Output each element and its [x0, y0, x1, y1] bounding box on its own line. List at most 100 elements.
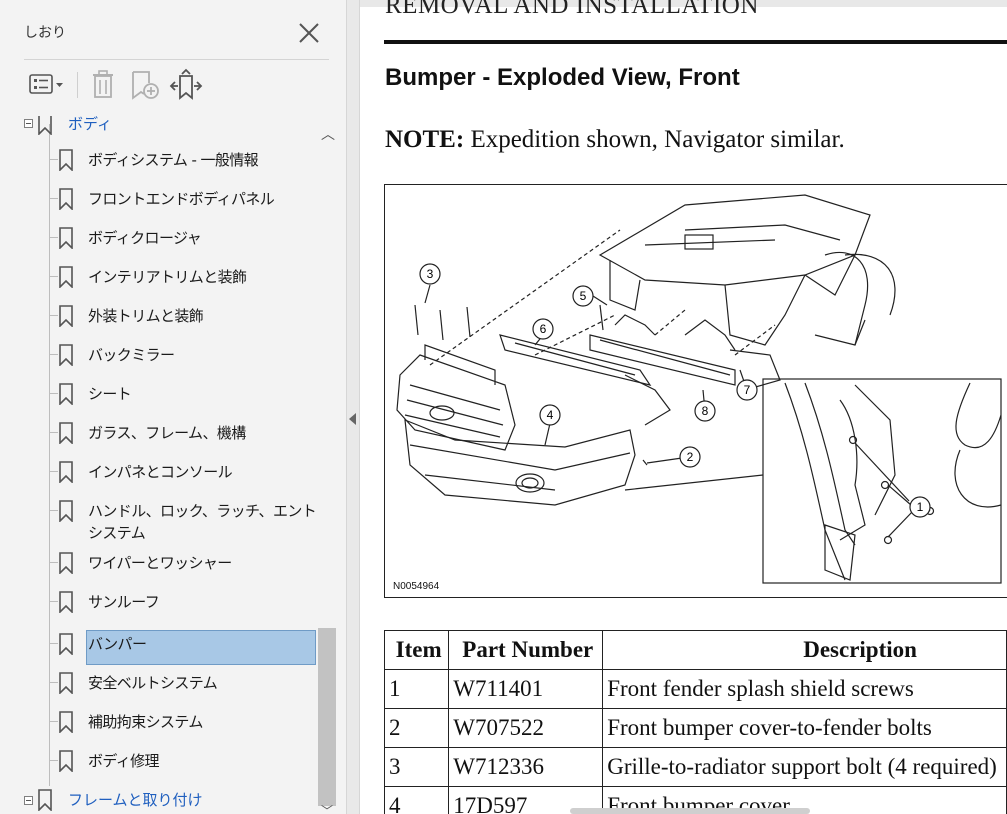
callout-4: 4 — [547, 408, 554, 422]
bookmark-icon — [59, 305, 73, 327]
part-number-cell: W711401 — [448, 669, 604, 709]
part-number-cell: W712336 — [448, 747, 604, 787]
bookmark-icon — [59, 422, 73, 444]
table-row: 3 W712336 Grille-to-radiator support bol… — [383, 747, 1007, 787]
table-header-row: Item Part Number Description — [383, 630, 1007, 670]
callout-labels: 3 5 6 4 2 7 8 1 — [427, 267, 924, 514]
bookmark-icon — [59, 188, 73, 210]
bookmark-label: フロントエンドボディパネル — [88, 190, 275, 208]
bookmark-icon — [59, 500, 73, 522]
item-cell: 4 — [383, 786, 450, 814]
bookmark-label: ボディ — [68, 116, 112, 133]
table-row: 2 W707522 Front bumper cover-to-fender b… — [383, 708, 1007, 748]
bookmark-item[interactable]: ボディ修理 — [0, 747, 316, 786]
bookmark-parent-body[interactable]: ボディ — [0, 116, 316, 136]
bookmark-icon — [59, 750, 73, 772]
bookmark-label: ボディ修理 — [88, 752, 160, 770]
options-menu-button[interactable] — [24, 66, 68, 102]
bookmark-label: ボディクロージャ — [88, 229, 202, 247]
collapse-toggle[interactable] — [24, 796, 33, 805]
bookmark-item[interactable]: ボディシステム - 一般情報 — [0, 146, 316, 185]
list-options-icon — [29, 74, 63, 94]
bookmark-label: 安全ベルトシステム — [88, 674, 218, 692]
bookmark-item[interactable]: 外装トリムと装飾 — [0, 302, 316, 341]
bookmark-icon — [59, 227, 73, 249]
description-cell: Front fender splash shield screws — [602, 669, 1007, 709]
scroll-down-icon[interactable]: ﹀ — [321, 802, 333, 814]
bookmark-icon — [59, 461, 73, 483]
note: NOTE: Expedition shown, Navigator simila… — [385, 126, 845, 154]
figure-id: N0054964 — [393, 581, 440, 592]
bookmark-item[interactable]: ワイパーとワッシャー — [0, 549, 316, 588]
bookmark-label: シート — [88, 385, 132, 403]
close-panel-button[interactable] — [296, 20, 322, 46]
scroll-up-icon[interactable]: ︿ — [321, 124, 335, 144]
parts-table: Item Part Number Description 1 W711401 F… — [383, 630, 1007, 814]
panel-splitter[interactable] — [346, 0, 360, 814]
note-text: Expedition shown, Navigator similar. — [464, 126, 845, 153]
bookmark-item[interactable]: サンルーフ — [0, 588, 316, 627]
bookmark-label: インテリアトリムと装飾 — [88, 268, 247, 286]
callout-5: 5 — [580, 289, 587, 303]
header-description: Description — [602, 630, 1007, 670]
collapse-panel-arrow-icon[interactable] — [349, 413, 356, 425]
bookmark-icon — [59, 591, 73, 613]
bookmark-icon — [59, 344, 73, 366]
expand-bookmark-icon — [169, 68, 203, 100]
bookmark-icon — [59, 266, 73, 288]
bookmark-label: 補助拘束システム — [88, 713, 203, 731]
bookmark-icon — [59, 672, 73, 694]
bookmark-item[interactable]: インパネとコンソール — [0, 458, 316, 497]
bookmark-label: サンルーフ — [88, 593, 160, 611]
bookmark-item[interactable]: 安全ベルトシステム — [0, 669, 316, 708]
bookmarks-panel: しおり ボディ ボディシステム - 一般情報 フロントエンドボディパネル ボディ… — [0, 0, 346, 814]
bookmark-item[interactable]: ボディクロージャ — [0, 224, 316, 263]
bookmark-label-line2: システム — [88, 524, 146, 542]
bookmark-label: バックミラー — [88, 346, 175, 364]
scrollbar-thumb[interactable] — [318, 628, 336, 806]
bookmarks-scrollbar[interactable]: ︿ ﹀ — [316, 116, 338, 814]
callout-7: 7 — [744, 383, 751, 397]
exploded-view-figure: 3 5 6 4 2 7 8 1 N0054964 — [384, 184, 1007, 598]
bookmark-tree: ボディ ボディシステム - 一般情報 フロントエンドボディパネル ボディクロージ… — [0, 116, 316, 814]
section-heading: REMOVAL AND INSTALLATION — [385, 0, 759, 19]
collapse-toggle[interactable] — [24, 119, 33, 128]
callout-3: 3 — [427, 267, 434, 281]
delete-bookmark-button[interactable] — [86, 66, 120, 102]
bookmark-label: ワイパーとワッシャー — [88, 554, 232, 572]
description-cell: Grille-to-radiator support bolt (4 requi… — [602, 747, 1007, 787]
bookmark-label: ハンドル、ロック、ラッチ、エントリー — [88, 502, 316, 520]
document-title: Bumper - Exploded View, Front — [385, 64, 740, 91]
bookmark-icon — [38, 789, 52, 811]
bookmark-icon — [59, 552, 73, 574]
note-label: NOTE: — [385, 126, 465, 153]
item-cell: 1 — [383, 669, 450, 709]
callout-8: 8 — [702, 404, 709, 418]
bookmark-icon — [59, 711, 73, 733]
table-row: 1 W711401 Front fender splash shield scr… — [383, 669, 1007, 709]
section-rule — [384, 40, 1007, 44]
bookmark-item[interactable]: フロントエンドボディパネル — [0, 185, 316, 224]
bookmark-label: ボディシステム - 一般情報 — [88, 151, 259, 169]
bookmark-icon — [59, 383, 73, 405]
bookmark-item[interactable]: 補助拘束システム — [0, 708, 316, 747]
new-bookmark-icon — [132, 71, 159, 100]
bookmark-item[interactable]: ハンドル、ロック、ラッチ、エントリーシステム — [0, 497, 316, 549]
bookmark-item[interactable]: シート — [0, 380, 316, 419]
part-number-cell: W707522 — [448, 708, 604, 748]
bookmark-item[interactable]: ガラス、フレーム、機構 — [0, 419, 316, 458]
bookmark-label: バンパー — [88, 635, 147, 653]
item-cell: 2 — [383, 708, 450, 748]
callout-1: 1 — [917, 500, 924, 514]
new-bookmark-button[interactable] — [126, 66, 162, 102]
description-cell: Front bumper cover-to-fender bolts — [602, 708, 1007, 748]
header-item: Item — [383, 630, 450, 670]
bookmark-item[interactable]: バックミラー — [0, 341, 316, 380]
bookmark-item-selected[interactable]: バンパー — [0, 630, 316, 666]
header-divider — [24, 59, 329, 60]
horizontal-scrollbar-thumb[interactable] — [570, 808, 810, 814]
bookmark-item[interactable]: インテリアトリムと装飾 — [0, 263, 316, 302]
close-icon — [299, 23, 319, 43]
bookmark-parent-frame[interactable]: フレームと取り付け — [0, 786, 316, 814]
expand-bookmark-button[interactable] — [168, 66, 204, 102]
